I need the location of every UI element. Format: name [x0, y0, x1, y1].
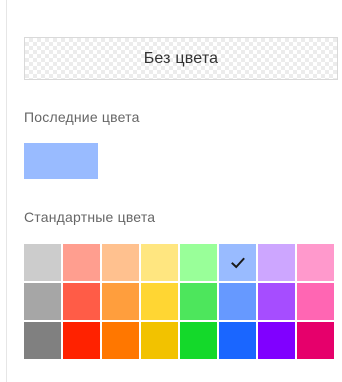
- color-swatch[interactable]: [258, 322, 295, 359]
- checkmark-icon: [230, 257, 245, 268]
- color-swatch[interactable]: [141, 283, 178, 320]
- color-swatch[interactable]: [297, 322, 334, 359]
- color-swatch[interactable]: [63, 283, 100, 320]
- recent-colors-label: Последние цвета: [24, 109, 140, 125]
- color-swatch[interactable]: [219, 322, 256, 359]
- color-swatch[interactable]: [141, 322, 178, 359]
- color-swatch[interactable]: [24, 283, 61, 320]
- color-swatch[interactable]: [102, 322, 139, 359]
- color-swatch[interactable]: [180, 322, 217, 359]
- standard-colors-grid: [24, 244, 334, 359]
- recent-color-swatch[interactable]: [24, 143, 98, 179]
- no-color-button[interactable]: Без цвета: [24, 37, 338, 80]
- color-swatch[interactable]: [180, 283, 217, 320]
- color-swatch[interactable]: [24, 244, 61, 281]
- color-swatch[interactable]: [24, 322, 61, 359]
- color-swatch[interactable]: [102, 244, 139, 281]
- color-swatch[interactable]: [63, 244, 100, 281]
- color-swatch-selected[interactable]: [219, 244, 256, 281]
- no-color-label: Без цвета: [143, 49, 219, 67]
- standard-colors-label: Стандартные цвета: [24, 209, 156, 225]
- color-swatch[interactable]: [141, 244, 178, 281]
- color-swatch[interactable]: [63, 322, 100, 359]
- color-swatch[interactable]: [258, 244, 295, 281]
- color-swatch[interactable]: [102, 283, 139, 320]
- color-swatch[interactable]: [258, 283, 295, 320]
- color-picker-panel: Без цвета Последние цвета Стандартные цв…: [6, 0, 342, 382]
- color-swatch[interactable]: [219, 283, 256, 320]
- color-swatch[interactable]: [297, 244, 334, 281]
- color-swatch[interactable]: [180, 244, 217, 281]
- color-swatch[interactable]: [297, 283, 334, 320]
